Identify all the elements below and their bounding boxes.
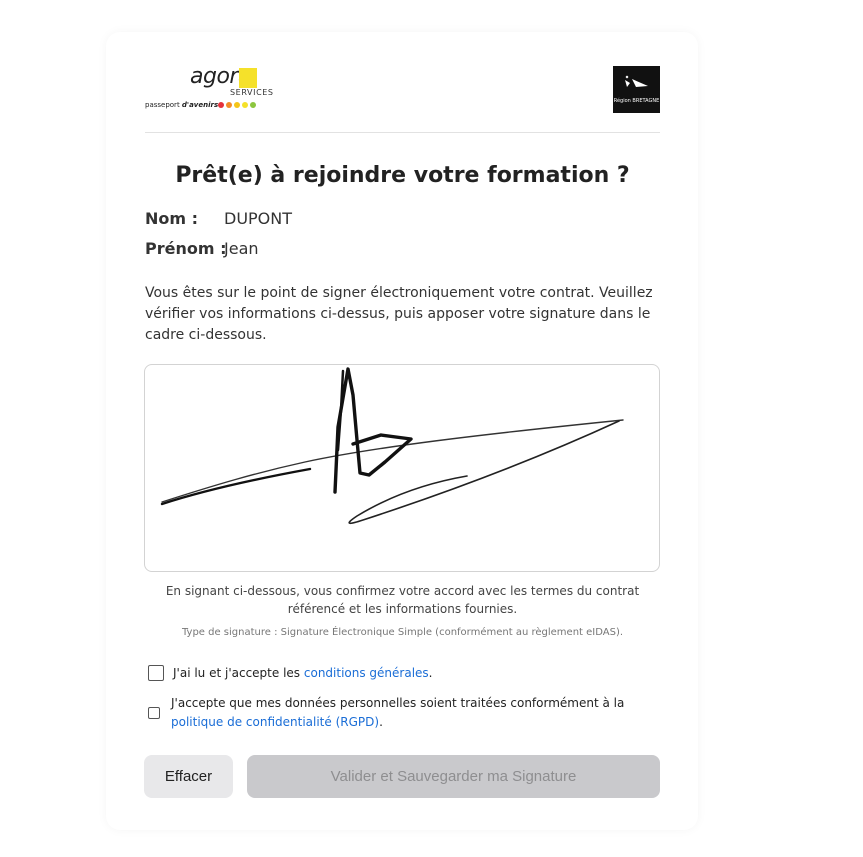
- cgu-checkbox[interactable]: [148, 665, 164, 681]
- signature-type-text: Type de signature : Signature Électroniq…: [181, 627, 624, 638]
- region-bretagne-logo: Région BRETAGNE: [613, 66, 660, 113]
- agora-logo-services: SERVICES: [230, 88, 274, 97]
- signature-pad[interactable]: [144, 364, 660, 572]
- rgpd-label: J'accepte que mes données personnelles s…: [171, 696, 625, 729]
- agora-logo-yellow-block: [239, 68, 257, 88]
- agora-services-logo: agora SERVICES passeport d'avenirs: [145, 64, 273, 114]
- prenom-value: Jean: [224, 239, 259, 258]
- agora-logo-dots: [218, 102, 256, 108]
- region-logo-text: Région BRETAGNE: [613, 98, 660, 104]
- header: agora SERVICES passeport d'avenirs Régio…: [145, 60, 660, 133]
- prenom-row: Prénom : Jean: [145, 239, 259, 258]
- prenom-label: Prénom :: [145, 239, 227, 258]
- clear-button[interactable]: Effacer: [144, 755, 233, 798]
- page-title: Prêt(e) à rejoindre votre formation ?: [175, 163, 630, 188]
- signature-strokes: [160, 367, 624, 525]
- region-logo-mark-icon: [624, 75, 648, 87]
- consent-text: En signant ci-dessous, vous confirmez vo…: [165, 584, 640, 616]
- nom-label: Nom :: [145, 209, 199, 228]
- agora-logo-tagline: passeport d'avenirs: [145, 101, 219, 109]
- nom-value: DUPONT: [224, 209, 293, 228]
- save-signature-button[interactable]: Valider et Sauvegarder ma Signature: [247, 755, 660, 798]
- cgu-link[interactable]: conditions générales: [304, 666, 429, 680]
- cgu-label: J'ai lu et j'accepte les conditions géné…: [173, 666, 433, 680]
- nom-row: Nom : DUPONT: [145, 209, 292, 228]
- rgpd-checkbox[interactable]: [148, 707, 160, 719]
- rgpd-link[interactable]: politique de confidentialité (RGPD): [171, 715, 379, 729]
- intro-text: Vous êtes sur le point de signer électro…: [145, 285, 653, 343]
